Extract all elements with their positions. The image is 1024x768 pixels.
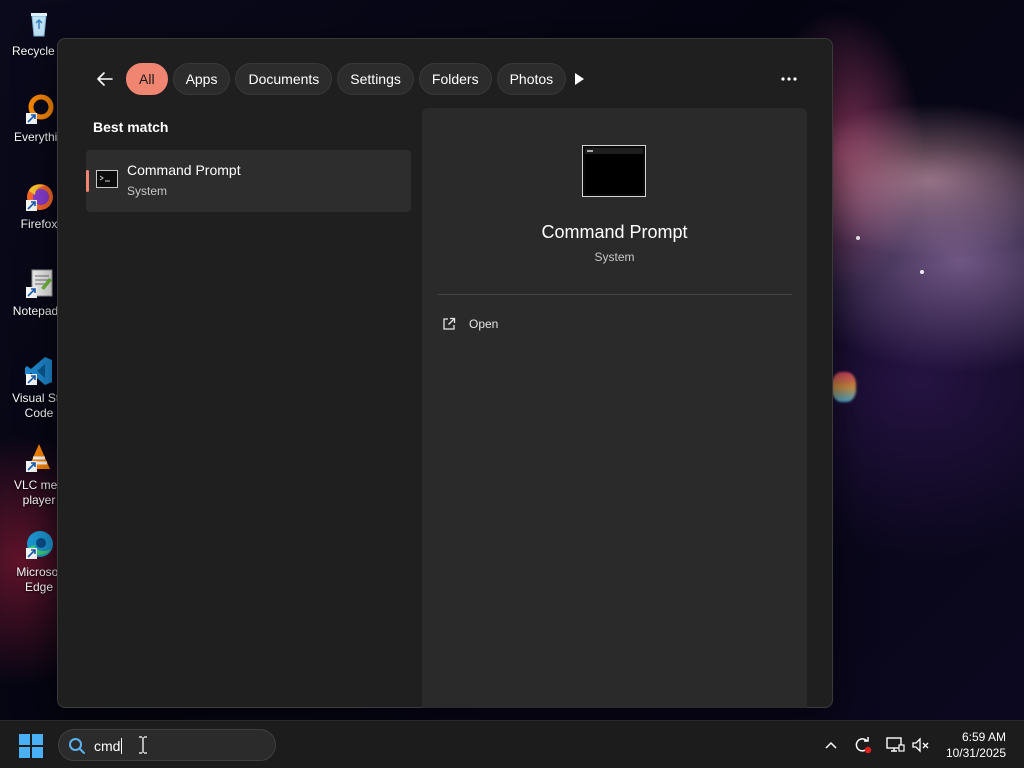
result-detail-pane: Command Prompt System Open — [422, 108, 807, 708]
taskbar-clock[interactable]: 6:59 AM 10/31/2025 — [946, 729, 1006, 761]
more-options-button[interactable] — [775, 65, 803, 93]
wallpaper-sparkle — [920, 270, 924, 274]
filter-chip-photos[interactable]: Photos — [496, 63, 567, 95]
filter-chip-label: Settings — [350, 71, 401, 87]
sync-icon — [855, 737, 872, 754]
wallpaper-sparkle — [856, 236, 860, 240]
notepad-plus-plus-icon — [23, 268, 55, 300]
volume-button[interactable] — [908, 733, 934, 757]
result-title: Command Prompt — [127, 162, 241, 178]
open-action-label: Open — [469, 317, 499, 331]
sync-status-button[interactable] — [850, 733, 876, 757]
more-filters-button[interactable] — [568, 65, 590, 93]
search-query-text: cmd — [94, 738, 123, 754]
filter-chip-label: All — [139, 71, 155, 87]
clock-date: 10/31/2025 — [945, 746, 1006, 760]
recycle-bin-icon — [23, 8, 55, 40]
selection-indicator — [86, 170, 89, 192]
back-button[interactable] — [88, 62, 122, 96]
chevron-up-icon — [825, 741, 837, 749]
divider — [438, 294, 792, 295]
edge-icon — [23, 529, 55, 561]
firefox-icon — [23, 181, 55, 213]
filter-chip-settings[interactable]: Settings — [337, 63, 414, 95]
filter-chip-label: Apps — [185, 71, 218, 87]
filter-chip-all[interactable]: All — [126, 63, 168, 95]
command-prompt-icon — [96, 170, 118, 188]
filter-chip-label: Photos — [509, 71, 554, 87]
wallpaper-light-streak — [832, 372, 856, 402]
volume-muted-icon — [912, 737, 929, 753]
network-button[interactable] — [882, 733, 908, 757]
display-icon — [886, 737, 905, 752]
text-cursor-icon — [139, 736, 147, 754]
filter-chip-label: Folders — [431, 71, 479, 87]
taskbar: cmd 6:59 AM 10/31/2025 — [0, 720, 1024, 768]
command-prompt-large-icon — [582, 145, 646, 197]
best-match-result[interactable]: Command Prompt System — [86, 150, 411, 212]
search-icon — [69, 738, 85, 754]
arrow-left-icon — [97, 72, 113, 86]
best-match-heading: Best match — [93, 119, 169, 135]
filter-chip-documents[interactable]: Documents — [235, 63, 333, 95]
taskbar-search-input[interactable]: cmd — [58, 729, 276, 761]
everything-app-icon — [23, 94, 55, 126]
open-external-icon — [443, 317, 456, 330]
start-search-panel: All Apps Documents Settings Folders Phot… — [57, 38, 833, 708]
detail-subtitle: System — [594, 250, 635, 264]
result-subtitle: System — [127, 184, 168, 198]
open-action-button[interactable]: Open — [442, 310, 642, 338]
system-tray — [818, 733, 934, 757]
clock-time: 6:59 AM — [961, 730, 1006, 744]
filter-chip-apps[interactable]: Apps — [172, 63, 231, 95]
vlc-icon — [23, 442, 55, 474]
detail-title: Command Prompt — [541, 222, 688, 242]
show-hidden-icons-button[interactable] — [818, 733, 844, 757]
windows-logo-icon — [19, 734, 43, 758]
search-filter-bar: All Apps Documents Settings Folders Phot… — [88, 62, 571, 96]
filter-chip-label: Documents — [248, 71, 320, 87]
vscode-icon — [23, 355, 55, 387]
play-arrow-icon — [575, 73, 584, 85]
ellipsis-icon — [781, 77, 797, 81]
start-button[interactable] — [18, 733, 44, 759]
text-caret — [121, 738, 123, 754]
filter-chip-folders[interactable]: Folders — [418, 63, 492, 95]
